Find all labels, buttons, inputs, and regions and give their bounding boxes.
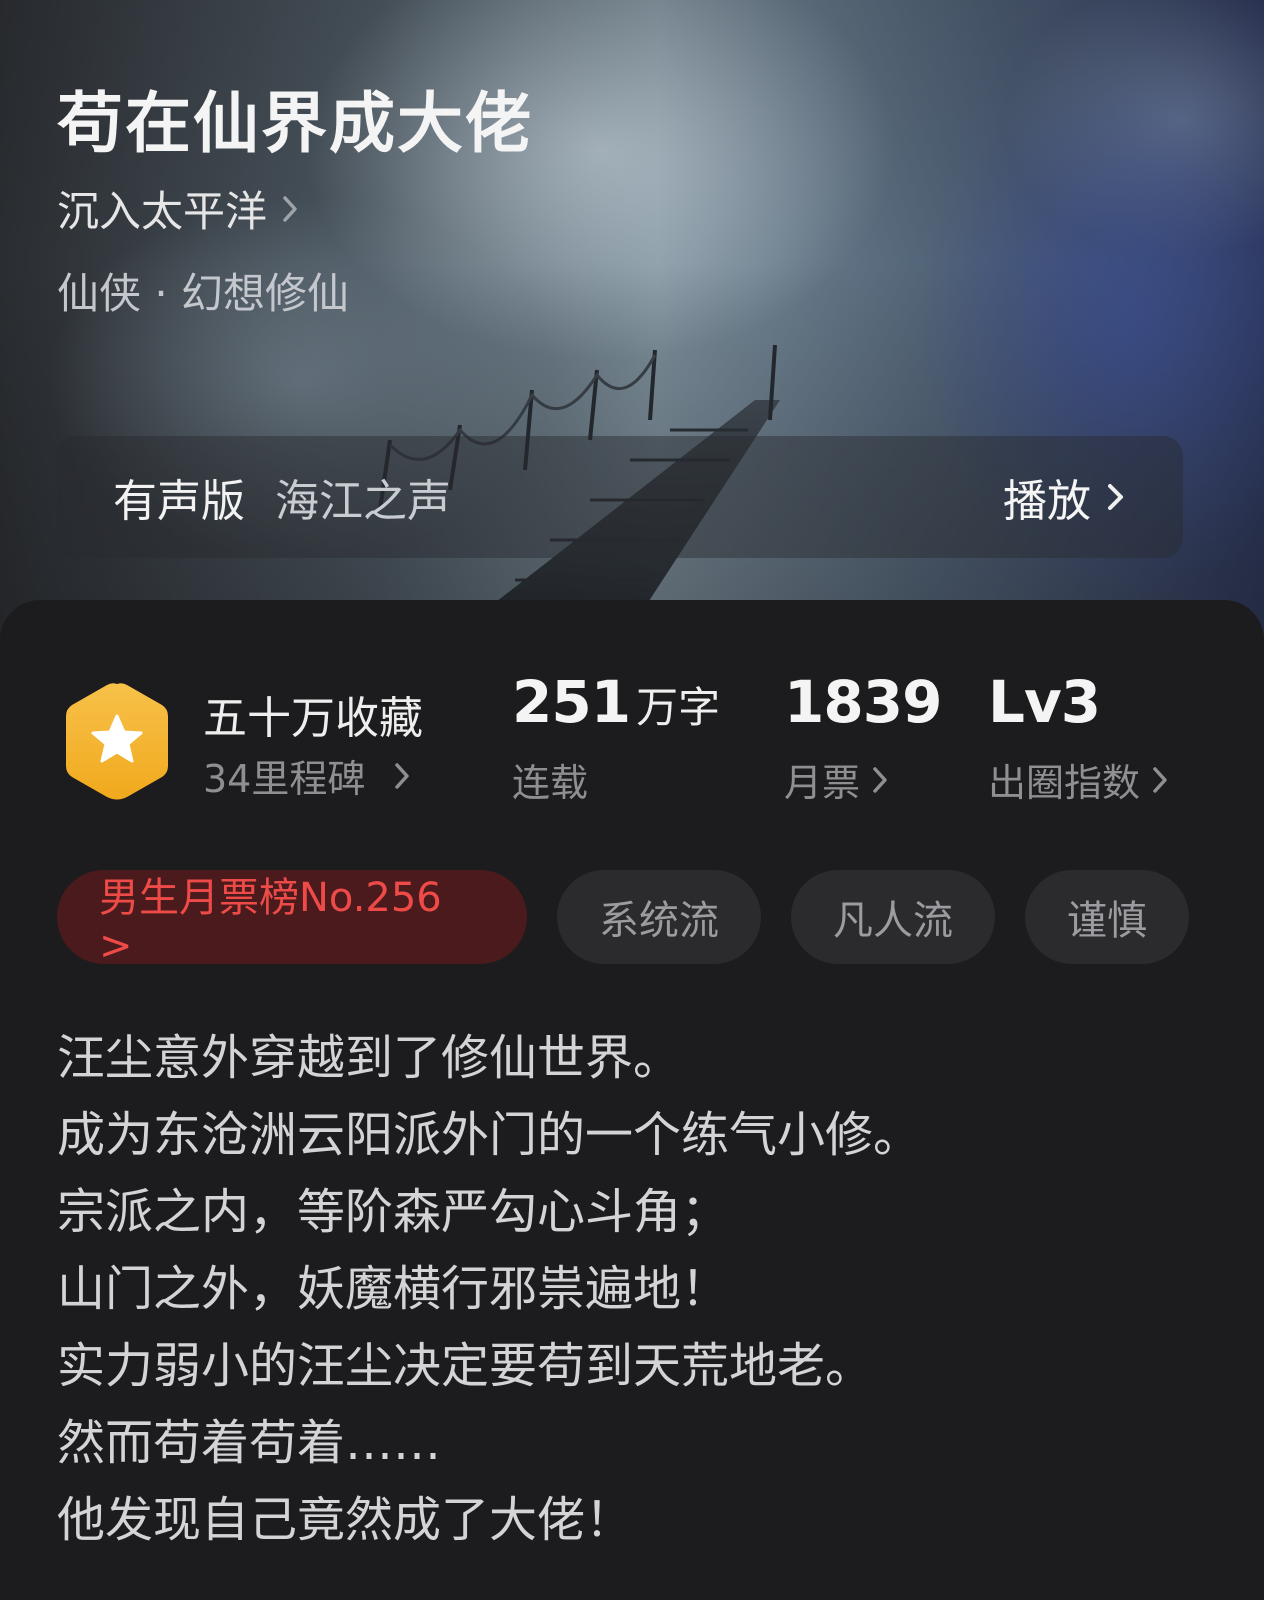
chevron-right-icon <box>873 766 887 793</box>
monthly-votes-number: 1839 <box>784 668 942 736</box>
breakout-number-wrap: Lv3 <box>988 668 1101 736</box>
synopsis-line: 然而苟着苟着…… <box>57 1415 442 1471</box>
tag-mortal[interactable]: 凡人流 <box>791 870 995 964</box>
book-title: 苟在仙界成大佬 <box>57 84 533 162</box>
serial-status: 连载 <box>512 761 589 805</box>
star-badge-icon <box>66 683 168 800</box>
word-count: 251 万字 <box>512 668 720 736</box>
breakout-sub-row: 出圈指数 <box>988 752 1172 807</box>
collection-sub-row: 34里程碑 <box>203 748 415 803</box>
milestone-label: 34里程碑 <box>203 757 366 801</box>
audiobook-narrator: 海江之声 <box>275 476 451 527</box>
word-count-unit: 万字 <box>636 683 721 732</box>
synopsis-line: 汪尘意外穿越到了修仙世界。 <box>57 1030 682 1086</box>
breakout-level: Lv3 <box>988 668 1101 736</box>
audiobook-bar[interactable]: 有声版 海江之声 播放 <box>57 436 1183 558</box>
tag-system[interactable]: 系统流 <box>557 870 761 964</box>
synopsis-line: 宗派之内，等阶森严勾心斗角； <box>57 1184 730 1240</box>
audiobook-label: 有声版 <box>113 476 245 527</box>
synopsis-line: 实力弱小的汪尘决定要苟到天荒地老。 <box>57 1338 874 1394</box>
tag-cautious[interactable]: 谨慎 <box>1025 870 1189 964</box>
breakout-label: 出圈指数 <box>988 761 1141 805</box>
stats-row: 五十万收藏 34里程碑 251 万字 连载 1839 月票 Lv3 出圈指数 <box>0 600 1264 850</box>
monthly-votes-label: 月票 <box>784 761 861 805</box>
book-info-card: 五十万收藏 34里程碑 251 万字 连载 1839 月票 Lv3 出圈指数 男… <box>0 600 1264 1600</box>
genre-label: 仙侠 · 幻想修仙 <box>57 269 350 318</box>
chevron-right-icon <box>1108 484 1123 510</box>
synopsis-line: 成为东沧洲云阳派外门的一个练气小修。 <box>57 1107 922 1163</box>
synopsis-line: 他发现自己竟然成了大佬！ <box>57 1492 634 1548</box>
synopsis-line: 山门之外，妖魔横行邪祟遍地！ <box>57 1261 730 1317</box>
chevron-right-icon <box>1153 766 1167 793</box>
chevron-right-icon <box>395 762 410 789</box>
synopsis[interactable]: 汪尘意外穿越到了修仙世界。 成为东沧洲云阳派外门的一个练气小修。 宗派之内，等阶… <box>57 1020 1207 1559</box>
chevron-right-icon <box>283 195 297 222</box>
author-link[interactable]: 沉入太平洋 <box>57 178 301 239</box>
monthly-votes-sub-row: 月票 <box>784 752 892 807</box>
play-label: 播放 <box>1003 476 1091 527</box>
tag-row: 男生月票榜No.256 > 系统流 凡人流 谨慎 <box>57 870 1189 969</box>
collection-title: 五十万收藏 <box>203 693 423 744</box>
author-name: 沉入太平洋 <box>57 187 268 236</box>
word-count-number: 251 <box>512 668 631 736</box>
play-button[interactable]: 播放 <box>1003 465 1127 529</box>
monthly-votes-number-wrap: 1839 <box>784 668 942 736</box>
monthly-rank-tag[interactable]: 男生月票榜No.256 > <box>57 870 527 969</box>
